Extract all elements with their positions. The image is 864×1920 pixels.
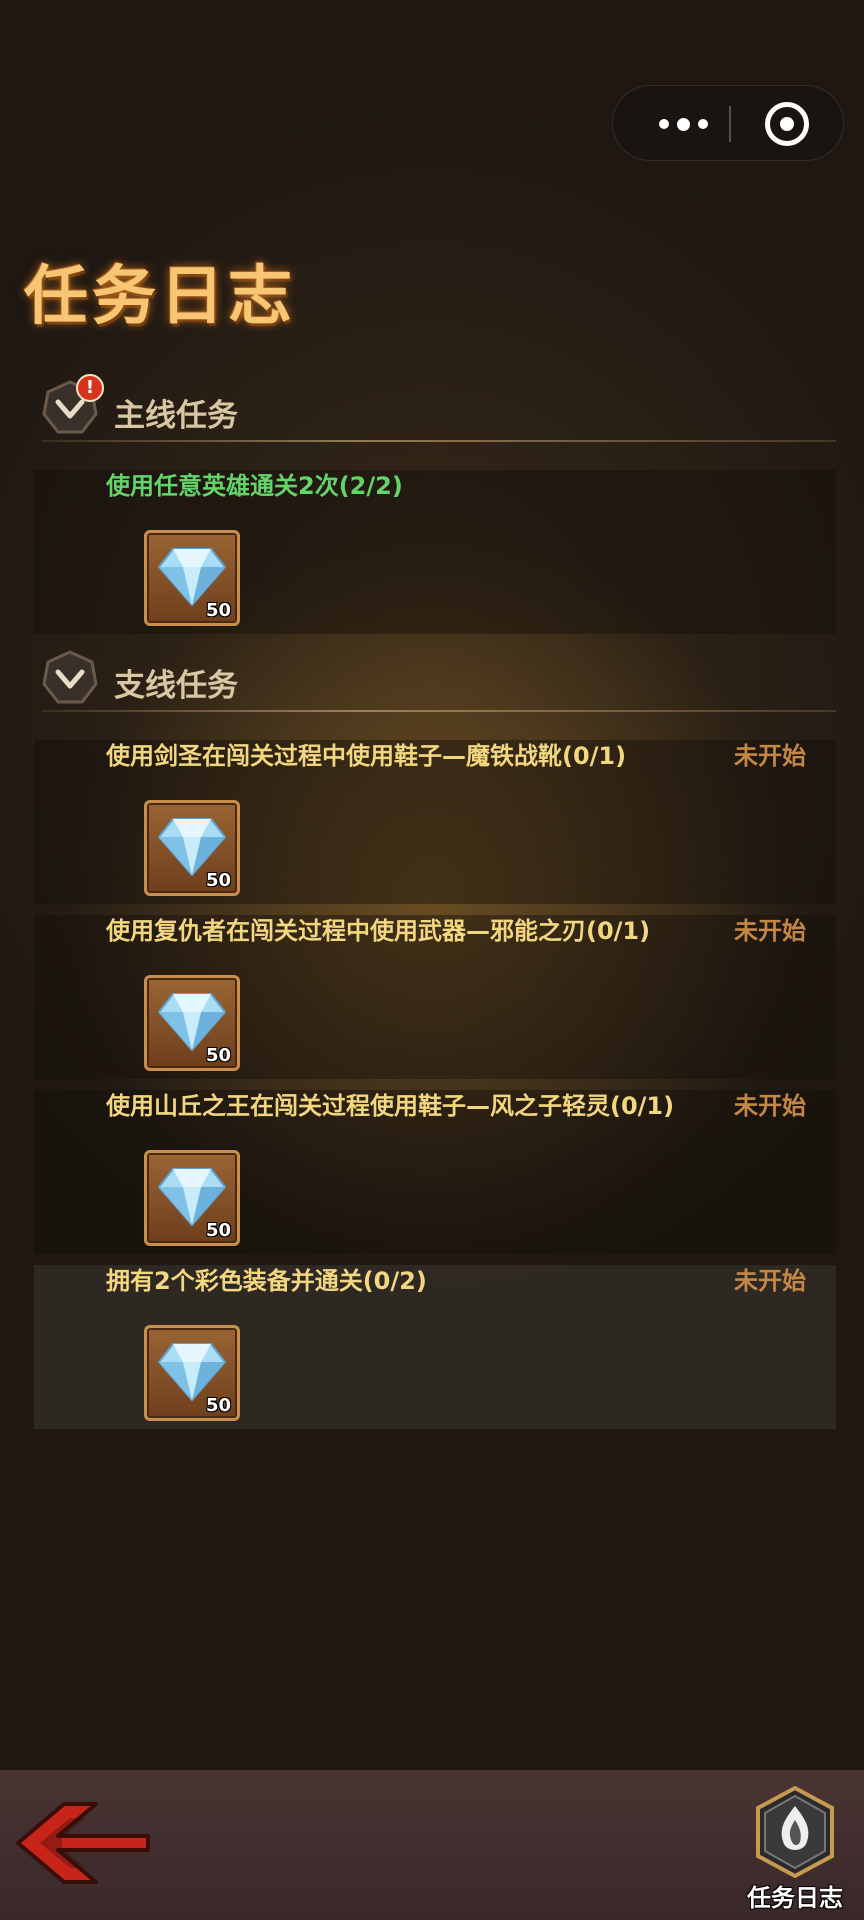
- page-title: 任务日志: [24, 260, 296, 334]
- task-item: 使用山丘之王在闯关过程使用鞋子—风之子轻灵(0/1) 未开始 50: [34, 1082, 836, 1254]
- reward-item[interactable]: 50: [144, 800, 240, 896]
- miniprogram-capsule: [612, 85, 844, 161]
- reward-item[interactable]: 50: [144, 530, 240, 626]
- quest-journal-icon: [756, 1786, 834, 1878]
- task-text: 使用剑圣在闯关过程中使用鞋子—魔铁战靴(0/1): [106, 742, 627, 770]
- more-options-icon[interactable]: [643, 86, 723, 162]
- bottom-bar: 任务日志: [0, 1770, 864, 1920]
- task-text: 使用山丘之王在闯关过程使用鞋子—风之子轻灵(0/1): [106, 1092, 675, 1120]
- section-divider: [42, 710, 836, 712]
- task-item: 使用剑圣在闯关过程中使用鞋子—魔铁战靴(0/1) 未开始 50: [34, 732, 836, 904]
- reward-quantity: 50: [205, 1220, 231, 1241]
- collapse-chevron-icon[interactable]: [42, 650, 98, 706]
- task-status: 未开始: [734, 1092, 806, 1120]
- main-quest-label: 主线任务: [114, 398, 238, 434]
- reward-item[interactable]: 50: [144, 1150, 240, 1246]
- close-target-icon[interactable]: [765, 102, 809, 146]
- task-item: 使用复仇者在闯关过程中使用武器—邪能之刃(0/1) 未开始 50: [34, 907, 836, 1079]
- section-divider: [42, 440, 836, 442]
- task-status: 未开始: [734, 917, 806, 945]
- reward-item[interactable]: 50: [144, 975, 240, 1071]
- reward-quantity: 50: [205, 870, 231, 891]
- quest-journal-label: 任务日志: [747, 1884, 843, 1912]
- side-quest-section-header[interactable]: 支线任务: [42, 650, 836, 712]
- task-status: 未开始: [734, 1267, 806, 1295]
- reward-quantity: 50: [205, 1395, 231, 1416]
- capsule-divider: [729, 106, 731, 142]
- task-text: 使用复仇者在闯关过程中使用武器—邪能之刃(0/1): [106, 917, 651, 945]
- reward-quantity: 50: [205, 1045, 231, 1066]
- task-text: 拥有2个彩色装备并通关(0/2): [106, 1267, 427, 1295]
- task-item: 拥有2个彩色装备并通关(0/2) 未开始 50: [34, 1257, 836, 1429]
- task-text: 使用任意英雄通关2次(2/2): [106, 472, 403, 500]
- task-status: 未开始: [734, 742, 806, 770]
- side-quest-label: 支线任务: [114, 668, 238, 704]
- quest-journal-button[interactable]: 任务日志: [740, 1786, 850, 1916]
- reward-quantity: 50: [205, 600, 231, 621]
- reward-item[interactable]: 50: [144, 1325, 240, 1421]
- main-quest-section-header[interactable]: ! 主线任务: [42, 374, 836, 442]
- back-arrow-icon[interactable]: [14, 1798, 154, 1888]
- task-item: 使用任意英雄通关2次(2/2) 50: [34, 462, 836, 634]
- alert-badge-icon: !: [76, 374, 104, 402]
